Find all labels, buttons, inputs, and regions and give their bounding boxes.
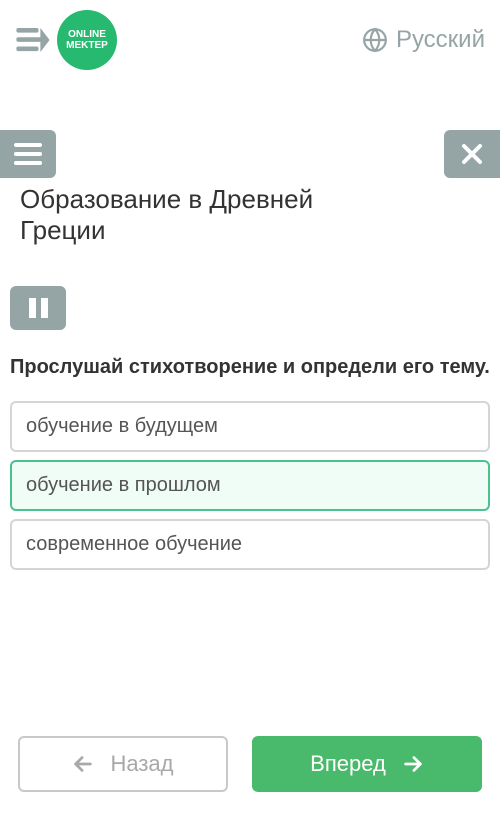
answer-options: обучение в будущем обучение в прошлом со… bbox=[10, 401, 490, 570]
lesson-title: Образование в Древней Греции bbox=[10, 178, 390, 246]
forward-label: Вперед bbox=[310, 751, 386, 777]
content-area: Образование в Древней Греции Прослушай с… bbox=[0, 178, 500, 570]
logo[interactable]: ONLINE MEKTEP bbox=[57, 10, 117, 70]
pause-button[interactable] bbox=[10, 286, 66, 330]
logo-text-2: MEKTEP bbox=[66, 40, 108, 51]
navigation-buttons: Назад Вперед bbox=[0, 736, 500, 792]
lesson-header bbox=[0, 130, 500, 178]
top-header: ONLINE MEKTEP Русский bbox=[0, 0, 500, 80]
answer-option-1[interactable]: обучение в прошлом bbox=[10, 460, 490, 511]
answer-option-0[interactable]: обучение в будущем bbox=[10, 401, 490, 452]
header-left: ONLINE MEKTEP bbox=[15, 10, 117, 70]
answer-option-2[interactable]: современное обучение bbox=[10, 519, 490, 570]
back-label: Назад bbox=[110, 751, 173, 777]
close-icon bbox=[460, 142, 484, 166]
main-menu-icon[interactable] bbox=[15, 28, 45, 52]
back-button[interactable]: Назад bbox=[18, 736, 228, 792]
question-text: Прослушай стихотворение и определи его т… bbox=[10, 354, 490, 381]
language-selector[interactable]: Русский bbox=[362, 26, 485, 54]
pause-icon bbox=[29, 298, 36, 318]
language-label: Русский bbox=[396, 26, 485, 54]
close-button[interactable] bbox=[444, 130, 500, 178]
forward-button[interactable]: Вперед bbox=[252, 736, 482, 792]
arrow-right-icon bbox=[402, 753, 424, 775]
pause-icon bbox=[41, 298, 48, 318]
option-label: современное обучение bbox=[26, 533, 242, 555]
arrow-left-icon bbox=[72, 753, 94, 775]
globe-icon bbox=[362, 27, 388, 53]
option-label: обучение в прошлом bbox=[26, 474, 221, 496]
option-label: обучение в будущем bbox=[26, 415, 218, 437]
lesson-menu-button[interactable] bbox=[0, 130, 56, 178]
logo-text-1: ONLINE bbox=[68, 29, 106, 40]
